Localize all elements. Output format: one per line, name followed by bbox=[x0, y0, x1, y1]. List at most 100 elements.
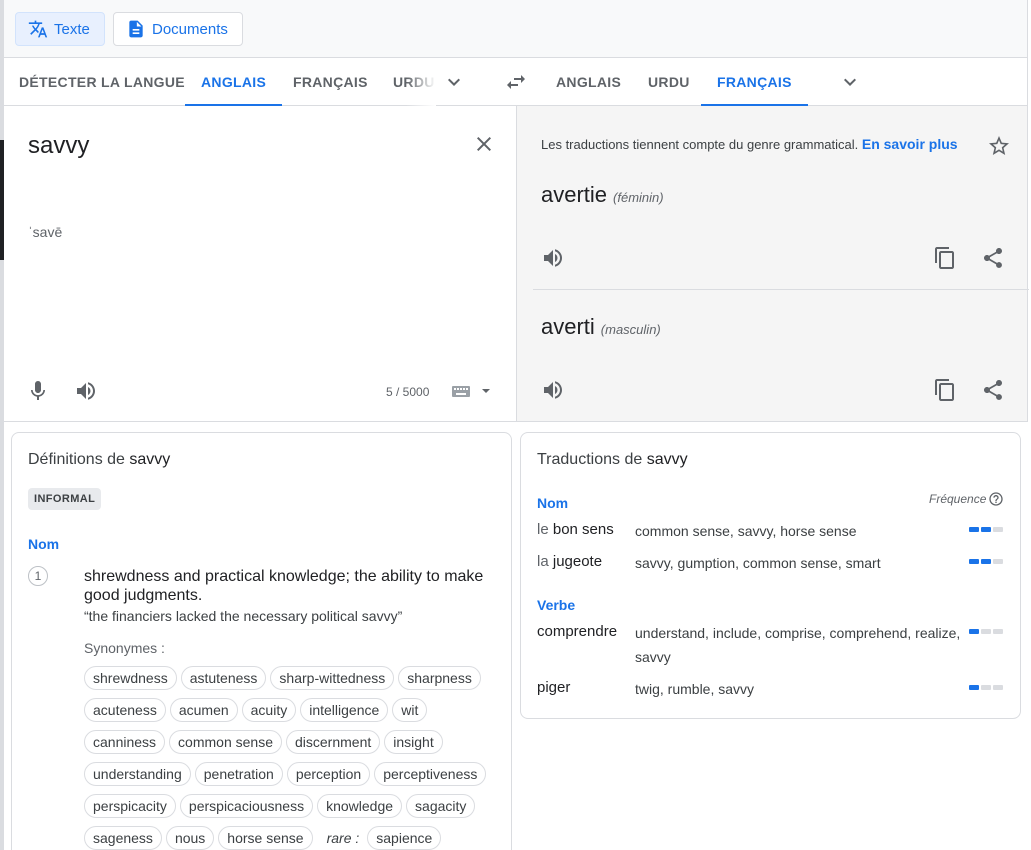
document-icon bbox=[129, 20, 143, 38]
documents-mode-label: Documents bbox=[152, 20, 228, 38]
synonym-chip[interactable]: perspicacity bbox=[84, 794, 176, 818]
text-mode-button[interactable]: Texte bbox=[15, 12, 105, 46]
frequency-segment bbox=[993, 685, 1003, 690]
definition-number: 1 bbox=[28, 566, 48, 586]
tab-target-english[interactable]: ANGLAIS bbox=[556, 58, 621, 106]
translation-row[interactable]: le bon sens common sense, savvy, horse s… bbox=[537, 521, 1003, 549]
frequency-bars bbox=[969, 629, 1003, 634]
pos-noun: Nom bbox=[537, 495, 569, 511]
share-feminine-button[interactable] bbox=[979, 244, 1007, 272]
save-translation-button[interactable] bbox=[985, 132, 1013, 160]
definition-line: good judgments. bbox=[84, 587, 203, 604]
source-text-input[interactable]: savvy bbox=[28, 132, 89, 160]
voice-input-button[interactable] bbox=[24, 377, 52, 405]
translation-row[interactable]: piger twig, rumble, savvy bbox=[537, 679, 1003, 707]
synonym-chip[interactable]: wit bbox=[392, 698, 428, 722]
translation-term: comprendre bbox=[537, 623, 617, 640]
frequency-segment bbox=[981, 527, 991, 532]
target-language-more-button[interactable] bbox=[836, 70, 864, 94]
translation-word: avertie bbox=[541, 182, 608, 207]
translation-masculine: averti (masculin) bbox=[541, 314, 661, 340]
help-icon bbox=[989, 492, 1003, 506]
translation-row[interactable]: comprendre understand, include, comprise… bbox=[537, 623, 1003, 675]
frequency-bars bbox=[969, 527, 1003, 532]
synonym-chip[interactable]: insight bbox=[384, 730, 443, 754]
register-tag: INFORMAL bbox=[28, 488, 102, 510]
speaker-icon bbox=[544, 249, 562, 267]
learn-more-link[interactable]: En savoir plus bbox=[862, 136, 958, 152]
translation-term: le bon sens bbox=[537, 521, 614, 538]
transliteration: ˈsavē bbox=[28, 224, 63, 240]
synonym-chip[interactable]: penetration bbox=[194, 762, 283, 786]
article: le bbox=[537, 521, 549, 538]
swap-languages-button[interactable] bbox=[502, 70, 530, 94]
synonym-chip[interactable]: knowledge bbox=[317, 794, 403, 818]
tab-detect-language[interactable]: DÉTECTER LA LANGUE bbox=[19, 58, 185, 106]
share-icon bbox=[984, 248, 1002, 268]
frequency-bars bbox=[969, 685, 1003, 690]
copy-masculine-button[interactable] bbox=[931, 376, 959, 404]
frequency-segment bbox=[981, 559, 991, 564]
definitions-card: Définitions de savvy INFORMAL Nom 1 shre… bbox=[11, 432, 512, 850]
term: bon sens bbox=[552, 521, 614, 538]
frequency-help-button[interactable] bbox=[988, 491, 1004, 507]
share-masculine-button[interactable] bbox=[979, 376, 1007, 404]
pos-verb: Verbe bbox=[537, 597, 576, 613]
translations-title: Traductions de savvy bbox=[537, 451, 688, 469]
synonym-chip[interactable]: acuity bbox=[241, 698, 297, 722]
keyboard-button[interactable] bbox=[450, 381, 494, 401]
language-bar: DÉTECTER LA LANGUE ANGLAIS FRANÇAIS URDU… bbox=[4, 58, 1028, 106]
tab-source-french[interactable]: FRANÇAIS bbox=[293, 58, 368, 106]
frequency-bars bbox=[969, 559, 1003, 564]
rare-label: rare : bbox=[326, 830, 360, 846]
clear-source-button[interactable] bbox=[470, 130, 498, 158]
translation-term: piger bbox=[537, 679, 570, 696]
listen-feminine-button[interactable] bbox=[539, 244, 567, 272]
definitions-title-word: savvy bbox=[129, 451, 171, 468]
synonym-chip[interactable]: sagacity bbox=[406, 794, 476, 818]
term: comprendre bbox=[537, 623, 618, 640]
reverse-translations: common sense, savvy, horse sense bbox=[635, 523, 857, 539]
translate-icon bbox=[28, 20, 48, 38]
frequency-segment bbox=[981, 629, 991, 634]
gender-note-text: Les traductions tiennent compte du genre… bbox=[541, 137, 859, 152]
translation-row[interactable]: la jugeote savvy, gumption, common sense… bbox=[537, 553, 1003, 581]
tab-source-english[interactable]: ANGLAIS bbox=[185, 58, 283, 106]
gender-label: (masculin) bbox=[600, 322, 661, 337]
synonym-chip[interactable]: common sense bbox=[169, 730, 282, 754]
synonym-chip[interactable]: discernment bbox=[285, 730, 381, 754]
synonym-chip[interactable]: perception bbox=[286, 762, 371, 786]
synonym-chip[interactable]: perceptiveness bbox=[374, 762, 487, 786]
synonym-chip[interactable]: understanding bbox=[84, 762, 191, 786]
copy-icon bbox=[935, 379, 954, 401]
speaker-icon bbox=[77, 382, 95, 400]
synonym-chip[interactable]: acuteness bbox=[84, 698, 166, 722]
synonym-chip[interactable]: canniness bbox=[84, 730, 166, 754]
copy-feminine-button[interactable] bbox=[931, 244, 959, 272]
synonym-chip[interactable]: perspicaciousness bbox=[179, 794, 314, 818]
synonym-chip[interactable]: sharpness bbox=[398, 666, 481, 690]
synonym-chip[interactable]: shrewdness bbox=[84, 666, 177, 690]
synonym-chip[interactable]: horse sense bbox=[218, 826, 313, 850]
synonym-chip[interactable]: sharp-wittedness bbox=[270, 666, 395, 690]
frequency-segment bbox=[993, 559, 1003, 564]
translation-word: averti bbox=[541, 314, 595, 339]
listen-source-button[interactable] bbox=[72, 377, 100, 405]
copy-icon bbox=[935, 247, 954, 269]
translation-term: la jugeote bbox=[537, 553, 602, 570]
reverse-translations: savvy, gumption, common sense, smart bbox=[635, 555, 881, 571]
synonym-chip[interactable]: acumen bbox=[169, 698, 238, 722]
synonym-chips: shrewdness astuteness sharp-wittedness shar… bbox=[84, 666, 504, 850]
listen-masculine-button[interactable] bbox=[539, 376, 567, 404]
tab-target-french[interactable]: FRANÇAIS bbox=[701, 58, 808, 106]
synonym-chip[interactable]: intelligence bbox=[300, 698, 389, 722]
source-language-more-button[interactable] bbox=[440, 70, 468, 94]
synonym-chip[interactable]: nous bbox=[165, 826, 215, 850]
documents-mode-button[interactable]: Documents bbox=[113, 12, 243, 46]
tab-target-urdu[interactable]: URDU bbox=[648, 58, 690, 106]
part-of-speech: Nom bbox=[28, 536, 60, 552]
synonym-chip[interactable]: sageness bbox=[84, 826, 162, 850]
synonym-chip[interactable]: sapience bbox=[367, 826, 442, 850]
synonym-chip[interactable]: astuteness bbox=[180, 666, 267, 690]
frequency-segment bbox=[993, 629, 1003, 634]
